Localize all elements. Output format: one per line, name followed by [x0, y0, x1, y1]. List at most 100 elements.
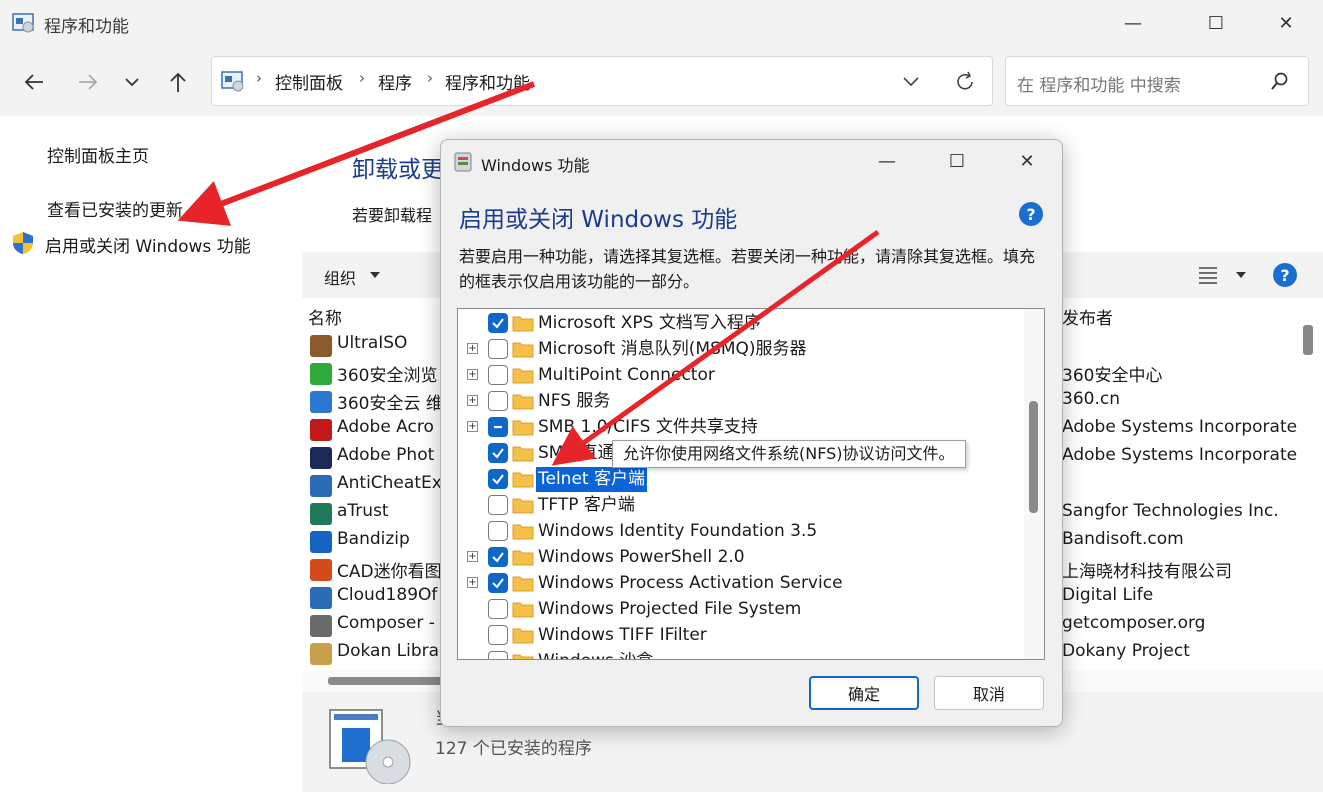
- breadcrumb-control-panel[interactable]: 控制面板: [275, 69, 343, 94]
- folder-icon: [512, 420, 534, 436]
- feature-checkbox[interactable]: [488, 443, 508, 463]
- scrollbar-thumb[interactable]: [1029, 401, 1038, 513]
- refresh-icon[interactable]: [954, 71, 976, 93]
- sidebar-link-updates[interactable]: 查看已安装的更新: [47, 196, 183, 221]
- program-name[interactable]: AntiCheatEx: [337, 473, 442, 493]
- expand-icon[interactable]: +: [467, 421, 478, 432]
- expand-icon[interactable]: +: [467, 577, 478, 588]
- feature-row[interactable]: Microsoft XPS 文档写入程序: [458, 311, 1028, 337]
- feature-row[interactable]: TFTP 客户端: [458, 493, 1028, 519]
- feature-label[interactable]: Windows Identity Foundation 3.5: [538, 519, 817, 544]
- back-button[interactable]: [16, 66, 52, 98]
- expand-icon[interactable]: +: [467, 395, 478, 406]
- feature-checkbox[interactable]: [488, 599, 508, 619]
- forward-button[interactable]: [70, 66, 106, 98]
- feature-label[interactable]: Microsoft XPS 文档写入程序: [538, 311, 761, 336]
- folder-icon: [512, 498, 534, 514]
- feature-row[interactable]: Windows TIFF IFilter: [458, 623, 1028, 649]
- minimize-button[interactable]: —: [1105, 0, 1161, 46]
- feature-checkbox[interactable]: [488, 495, 508, 515]
- scrollbar-thumb[interactable]: [1303, 325, 1313, 355]
- dialog-minimize-button[interactable]: —: [859, 140, 915, 182]
- feature-checkbox[interactable]: [488, 573, 508, 593]
- feature-checkbox[interactable]: [488, 391, 508, 411]
- recent-locations-button[interactable]: [114, 66, 150, 98]
- list-scrollbar[interactable]: [1300, 300, 1318, 670]
- feature-row[interactable]: Windows 沙盒: [458, 649, 1028, 659]
- expand-icon[interactable]: +: [467, 343, 478, 354]
- search-icon[interactable]: [1270, 72, 1290, 92]
- cancel-button[interactable]: 取消: [934, 676, 1044, 710]
- program-name[interactable]: Composer -: [337, 613, 435, 633]
- feature-label[interactable]: SMB 直通: [538, 441, 615, 466]
- feature-label[interactable]: TFTP 客户端: [538, 493, 635, 518]
- view-list-icon[interactable]: [1198, 266, 1218, 284]
- app-icon: [310, 587, 332, 609]
- program-name[interactable]: Bandizip: [337, 529, 410, 549]
- feature-label[interactable]: Windows Process Activation Service: [538, 571, 843, 596]
- breadcrumb-programs-features[interactable]: 程序和功能: [445, 69, 530, 94]
- feature-row[interactable]: + Windows Process Activation Service: [458, 571, 1028, 597]
- feature-row[interactable]: + Windows PowerShell 2.0: [458, 545, 1028, 571]
- program-name[interactable]: aTrust: [337, 501, 389, 521]
- feature-label[interactable]: Telnet 客户端: [536, 467, 647, 492]
- help-icon[interactable]: ?: [1019, 202, 1043, 226]
- column-header-publisher[interactable]: 发布者: [1062, 304, 1113, 329]
- dialog-maximize-button[interactable]: ☐: [929, 140, 985, 182]
- search-input[interactable]: 在 程序和功能 中搜索: [1017, 71, 1181, 96]
- minimize-icon: —: [878, 150, 896, 172]
- feature-label[interactable]: Windows TIFF IFilter: [538, 623, 707, 648]
- program-name[interactable]: Cloud189Of: [337, 585, 437, 605]
- feature-checkbox[interactable]: [488, 625, 508, 645]
- feature-checkbox[interactable]: [488, 365, 508, 385]
- feature-checkbox[interactable]: [488, 313, 508, 333]
- ok-button[interactable]: 确定: [809, 676, 919, 710]
- program-name[interactable]: Dokan Libra: [337, 641, 439, 661]
- feature-row[interactable]: + Microsoft 消息队列(MSMQ)服务器: [458, 337, 1028, 363]
- program-name[interactable]: 360安全浏览: [337, 361, 437, 386]
- feature-label[interactable]: Microsoft 消息队列(MSMQ)服务器: [538, 337, 807, 362]
- program-name[interactable]: CAD迷你看图: [337, 557, 442, 582]
- dialog-close-button[interactable]: ✕: [999, 140, 1055, 182]
- feature-checkbox[interactable]: [488, 521, 508, 541]
- feature-checkbox[interactable]: [488, 469, 508, 489]
- feature-label[interactable]: Windows PowerShell 2.0: [538, 545, 745, 570]
- program-name[interactable]: 360安全云 维: [337, 389, 443, 414]
- feature-row[interactable]: + NFS 服务: [458, 389, 1028, 415]
- feature-checkbox[interactable]: [488, 651, 508, 659]
- feature-row[interactable]: + SMB 1.0/CIFS 文件共享支持: [458, 415, 1028, 441]
- program-name[interactable]: UltraISO: [337, 333, 407, 353]
- feature-checkbox[interactable]: [488, 339, 508, 359]
- tree-scrollbar[interactable]: [1024, 309, 1044, 659]
- up-button[interactable]: [160, 66, 196, 98]
- search-box[interactable]: 在 程序和功能 中搜索: [1005, 56, 1309, 106]
- caret-down-icon[interactable]: [1236, 272, 1246, 278]
- feature-label[interactable]: Windows 沙盒: [538, 649, 653, 659]
- organize-button[interactable]: 组织: [324, 265, 356, 289]
- maximize-button[interactable]: ☐: [1188, 0, 1244, 46]
- address-bar[interactable]: › 控制面板 › 程序 › 程序和功能: [211, 56, 993, 106]
- program-name[interactable]: Adobe Acro: [337, 417, 434, 437]
- close-button[interactable]: ✕: [1258, 0, 1314, 46]
- feature-label[interactable]: SMB 1.0/CIFS 文件共享支持: [538, 415, 758, 440]
- help-icon[interactable]: ?: [1273, 263, 1297, 287]
- feature-row[interactable]: Telnet 客户端: [458, 467, 1028, 493]
- feature-row[interactable]: Windows Identity Foundation 3.5: [458, 519, 1028, 545]
- sidebar-link-home[interactable]: 控制面板主页: [47, 142, 149, 167]
- column-header-name[interactable]: 名称: [308, 304, 342, 329]
- feature-checkbox[interactable]: [488, 417, 508, 437]
- features-tree[interactable]: Microsoft XPS 文档写入程序 + Microsoft 消息队列(MSMQ…: [457, 308, 1045, 660]
- feature-label[interactable]: MultiPoint Connector: [538, 363, 715, 388]
- expand-icon[interactable]: +: [467, 551, 478, 562]
- feature-checkbox[interactable]: [488, 547, 508, 567]
- chevron-down-icon[interactable]: [902, 76, 920, 88]
- control-panel-icon: [221, 71, 244, 92]
- feature-row[interactable]: + MultiPoint Connector: [458, 363, 1028, 389]
- sidebar-link-windows-features[interactable]: 启用或关闭 Windows 功能: [45, 232, 251, 257]
- expand-icon[interactable]: +: [467, 369, 478, 380]
- program-name[interactable]: Adobe Phot: [337, 445, 434, 465]
- feature-row[interactable]: Windows Projected File System: [458, 597, 1028, 623]
- feature-label[interactable]: Windows Projected File System: [538, 597, 801, 622]
- feature-label[interactable]: NFS 服务: [538, 389, 610, 414]
- breadcrumb-programs[interactable]: 程序: [378, 69, 412, 94]
